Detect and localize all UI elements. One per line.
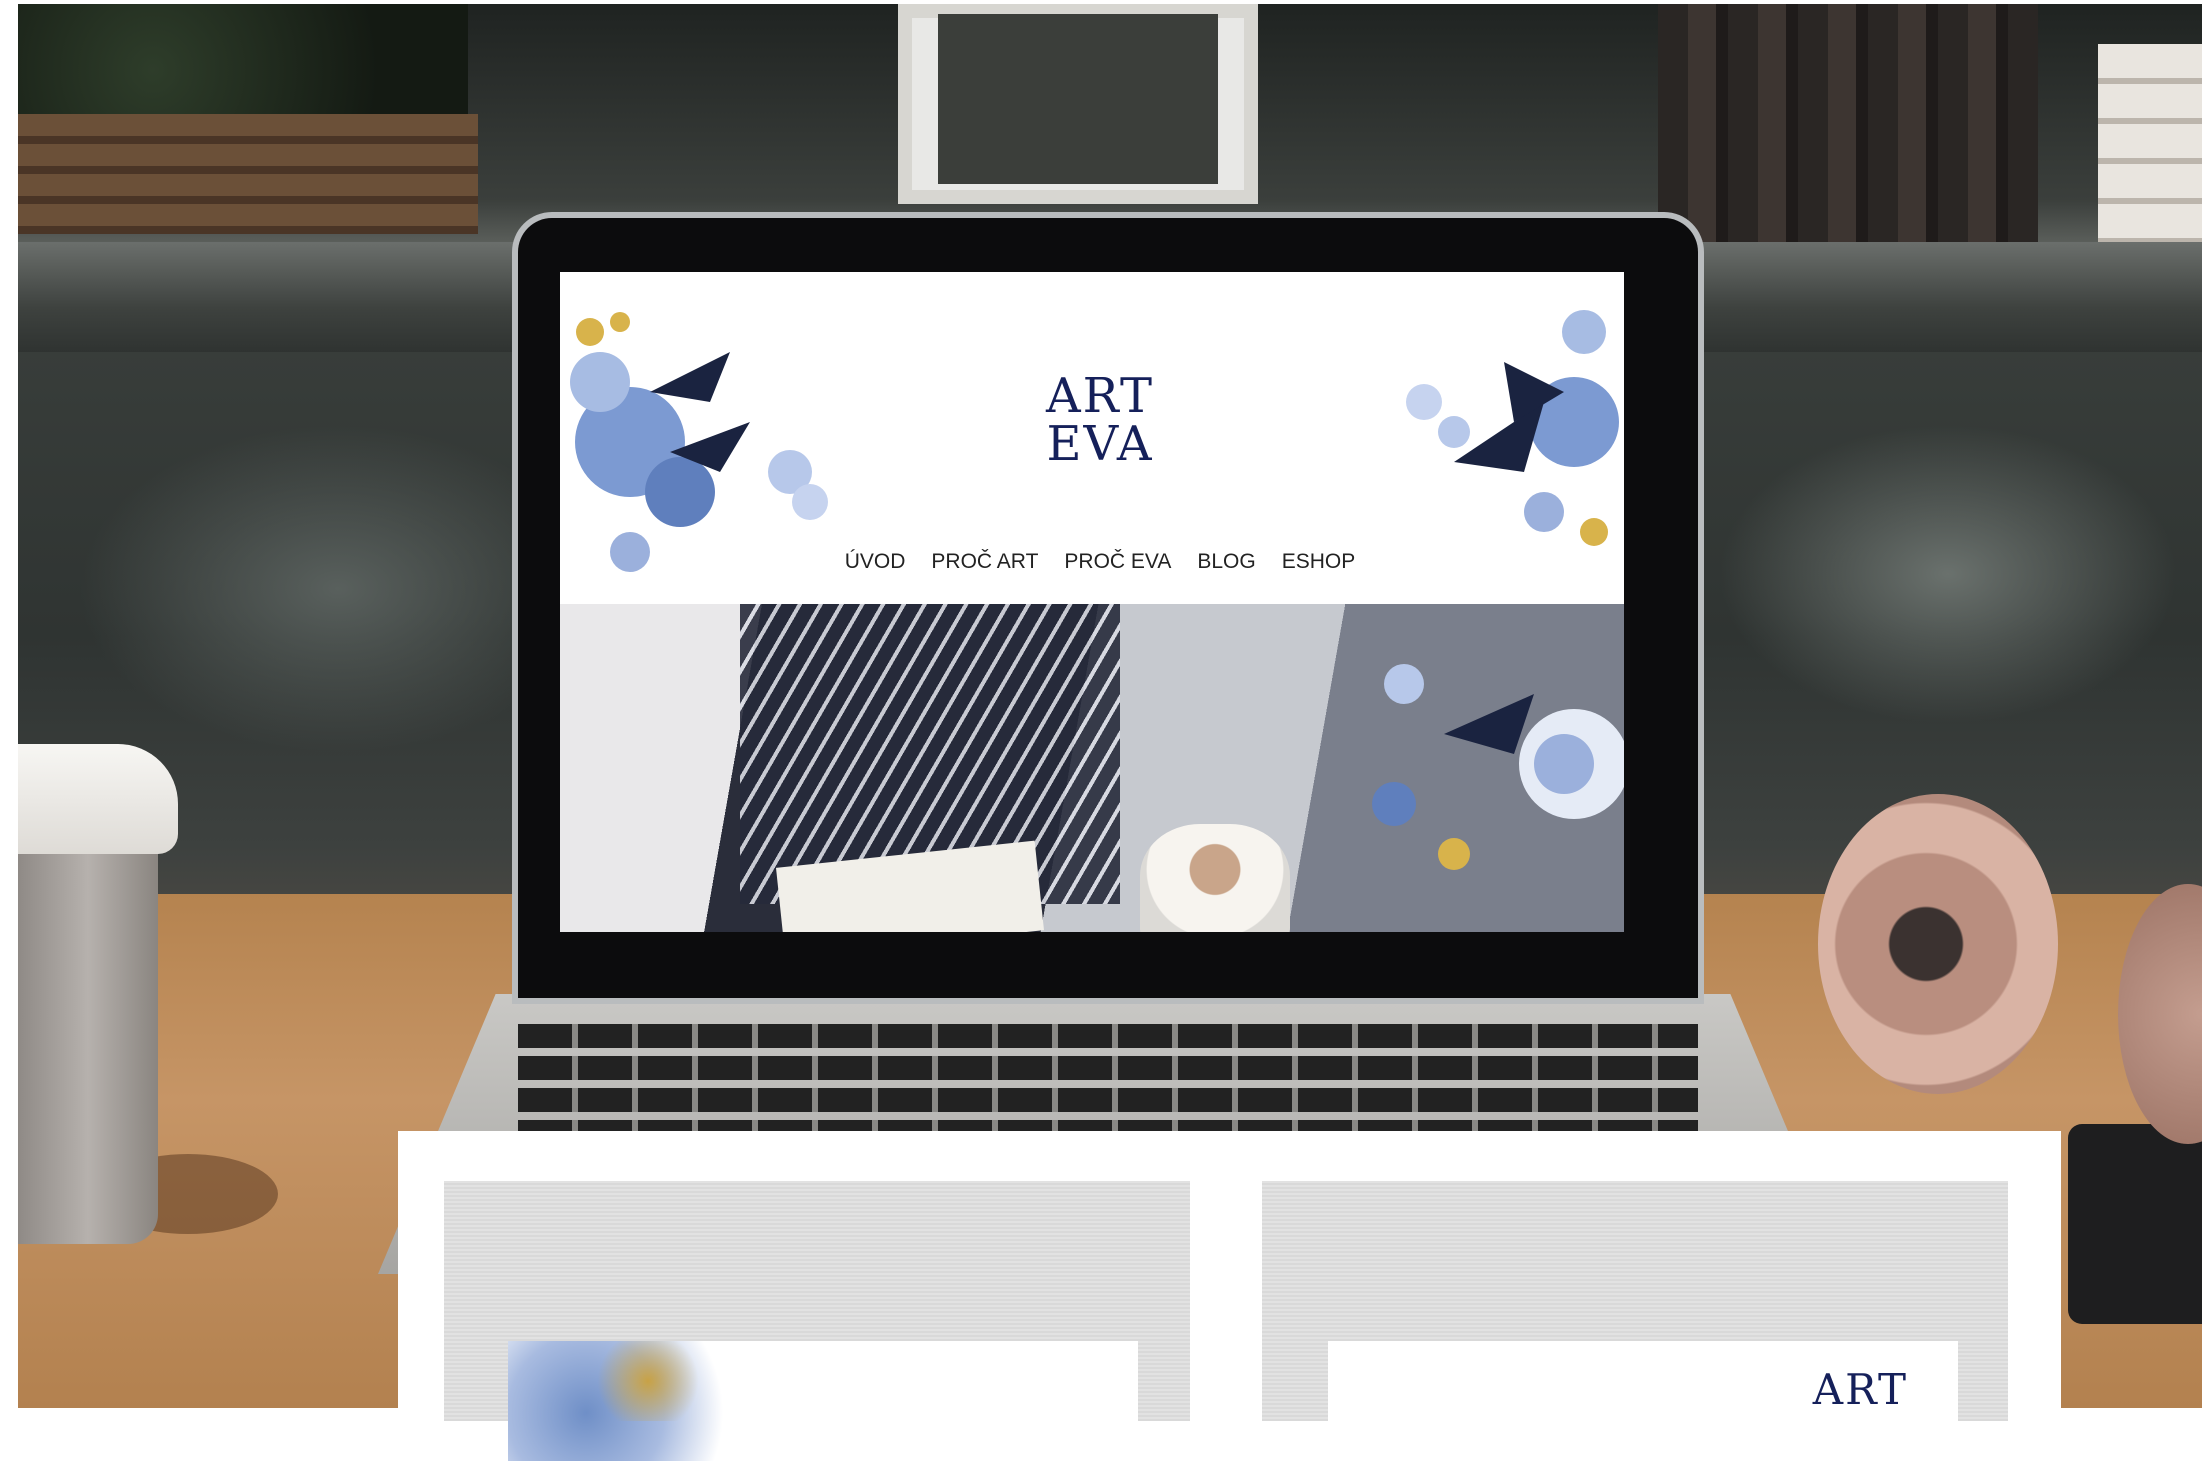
coffee-cup-lid (18, 744, 178, 854)
nav-item-eshop[interactable]: ESHOP (1282, 550, 1356, 574)
card-logo-text: ART (1812, 1365, 1908, 1414)
main-navigation: ÚVOD PROČ ART PROČ EVA BLOG ESHOP (840, 550, 1360, 574)
gold-leaf-accent (588, 1341, 708, 1421)
plant (18, 4, 468, 114)
picture-frame-photo (938, 14, 1218, 184)
bookshelf-books (1658, 4, 2038, 244)
bokeh-blur (1718, 424, 2178, 724)
nav-item-uvod[interactable]: ÚVOD (845, 550, 906, 574)
flower-bouquet-left (570, 312, 828, 572)
laptop-keyboard (518, 1024, 1698, 1144)
laptop-screen: ART EVA ÚVOD PROČ ART PROČ EVA BLOG ESHO… (560, 272, 1624, 932)
logo-line-2: EVA (1046, 416, 1154, 472)
preview-card-right[interactable]: ART (1262, 1181, 2008, 1461)
nav-item-proc-art[interactable]: PROČ ART (931, 550, 1038, 574)
wooden-crate (18, 114, 478, 234)
flower-bouquet-right (1406, 310, 1619, 546)
preview-card-image: ART (1328, 1341, 1958, 1461)
bottom-panel: ART (398, 1131, 2061, 1461)
headphones (1818, 794, 2058, 1094)
site-header: ART EVA ÚVOD PROČ ART PROČ EVA BLOG ESHO… (560, 272, 1624, 604)
smartphone (2068, 1124, 2202, 1324)
hero-image (560, 604, 1624, 932)
stacked-books (2098, 44, 2202, 249)
logo-line-1: ART (1046, 368, 1154, 424)
nav-item-blog[interactable]: BLOG (1197, 550, 1255, 574)
coffee-mug (1140, 824, 1290, 932)
coffee-cup (18, 824, 158, 1244)
nav-item-proc-eva[interactable]: PROČ EVA (1064, 550, 1171, 574)
preview-card-image (508, 1341, 1138, 1461)
site-logo[interactable]: ART EVA (1020, 372, 1180, 468)
hero-flower-bouquet (1372, 664, 1624, 870)
preview-card-left[interactable] (444, 1181, 1190, 1461)
